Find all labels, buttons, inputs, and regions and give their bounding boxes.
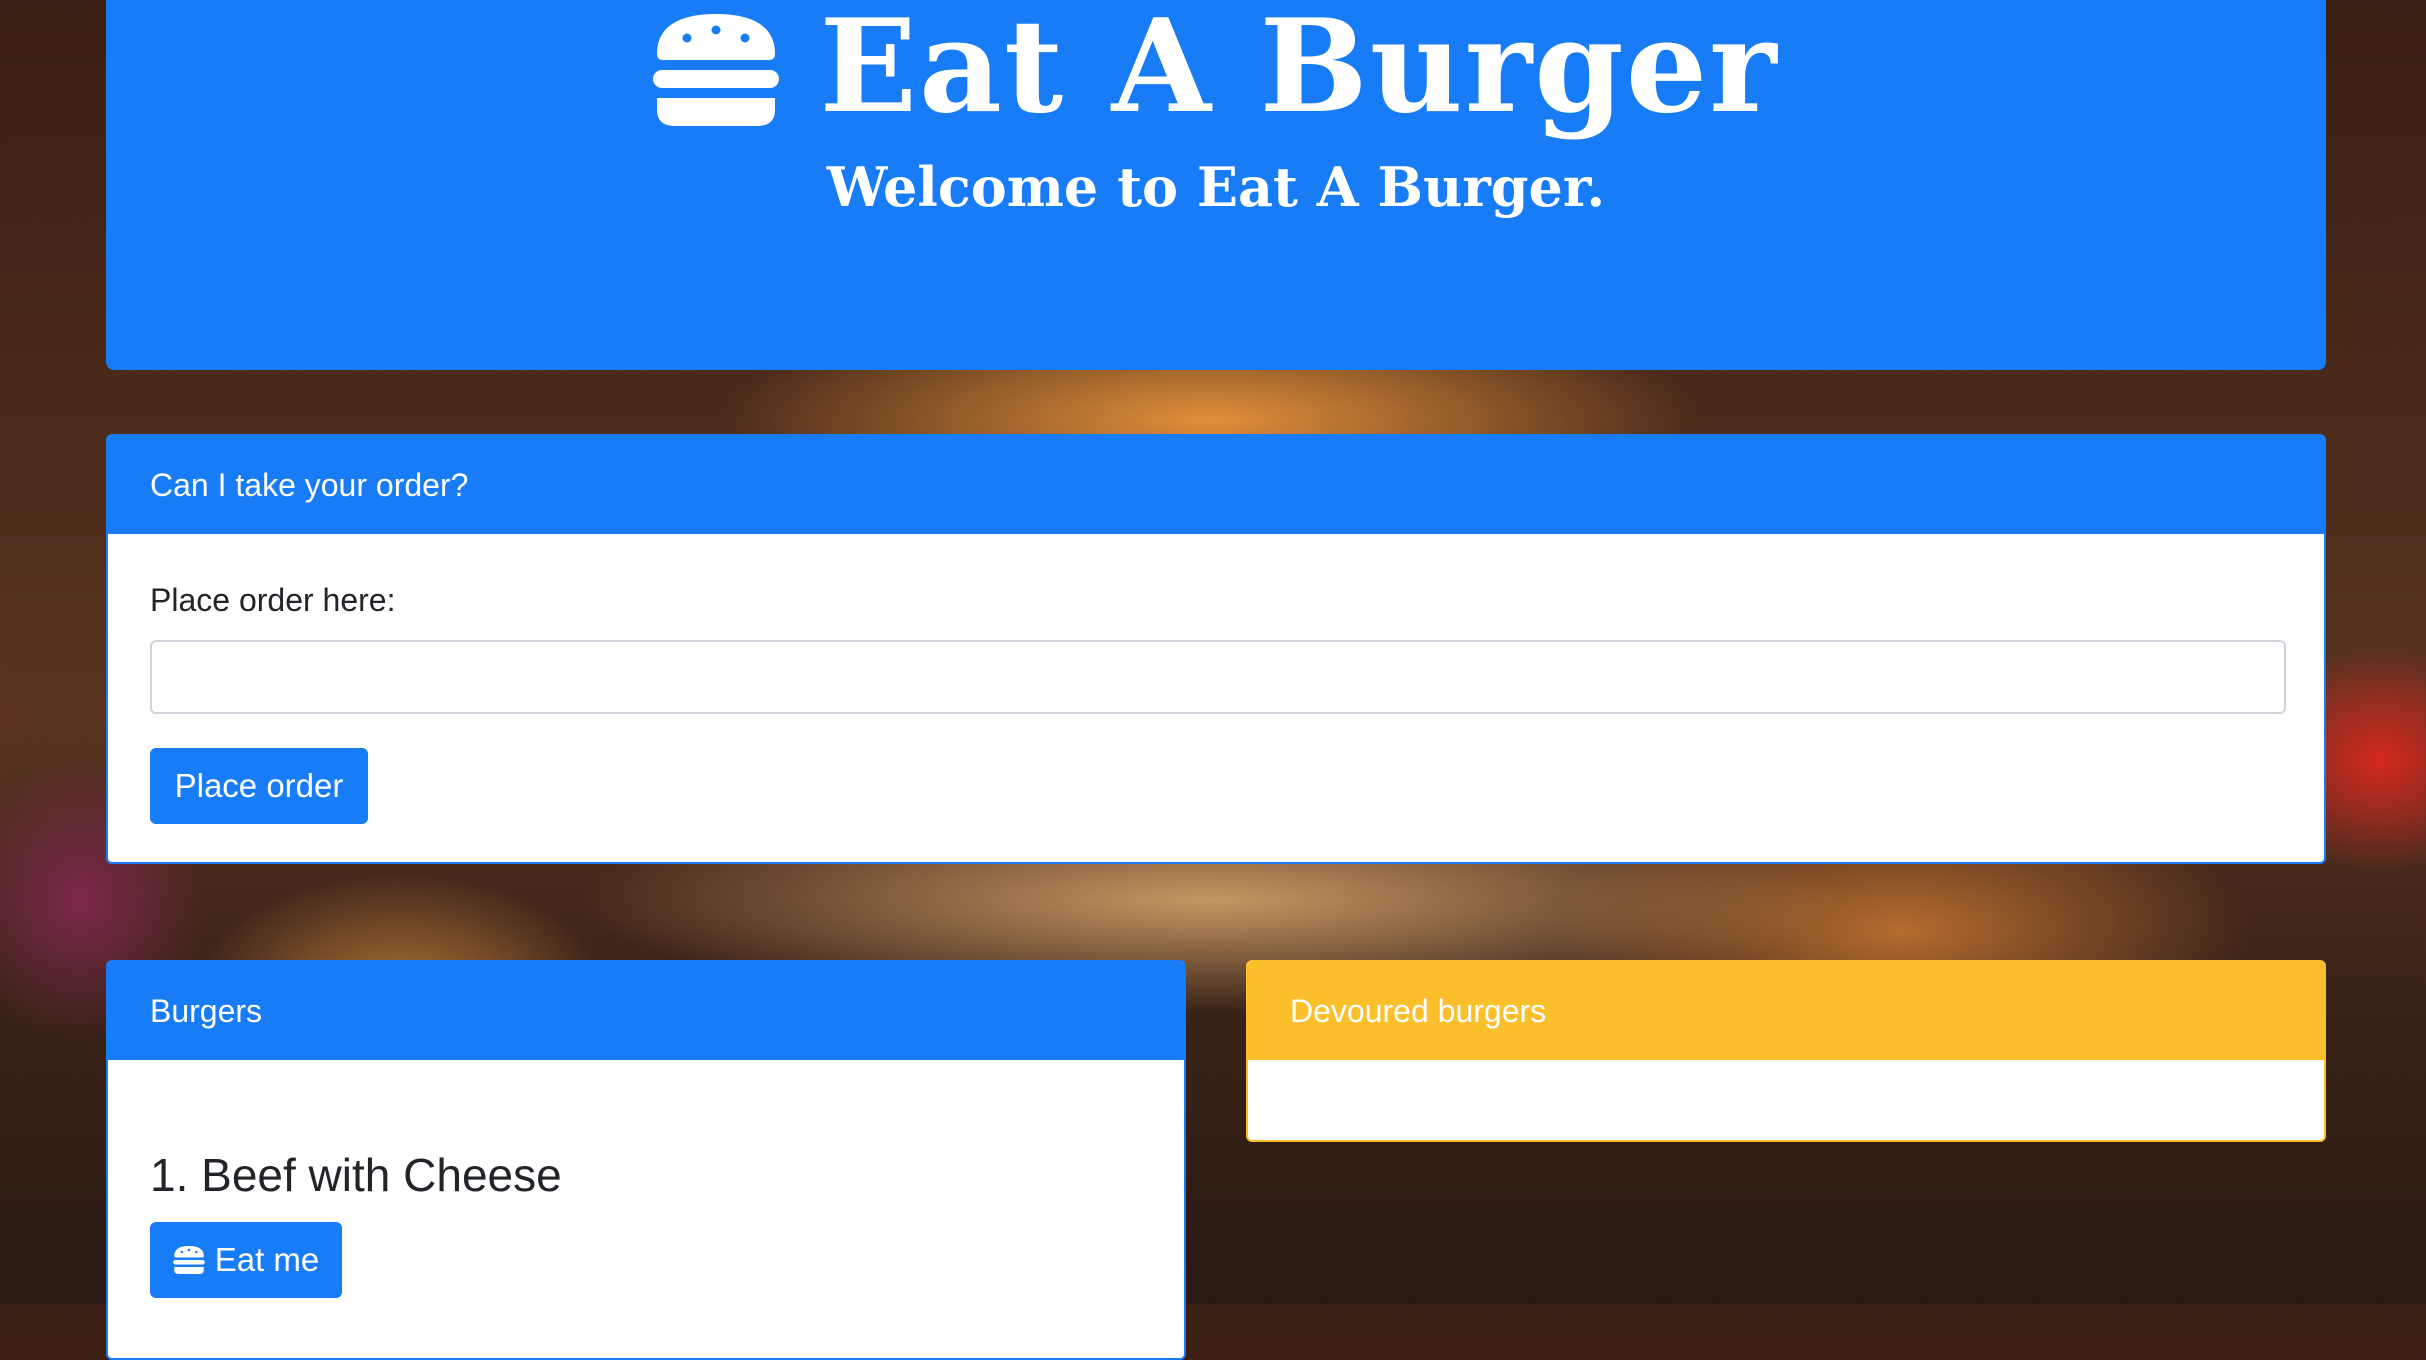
jumbotron-header: Eat A Burger Welcome to Eat A Burger. — [106, 0, 2326, 370]
order-label: Place order here: — [150, 582, 396, 618]
eat-me-button[interactable]: Eat me — [150, 1222, 342, 1298]
order-input[interactable] — [150, 640, 2286, 714]
eat-me-label: Eat me — [214, 1241, 320, 1278]
order-card-header: Can I take your order? — [108, 436, 2324, 534]
devoured-card: Devoured burgers — [1246, 960, 2326, 1142]
burger-icon — [653, 14, 780, 126]
burgers-card: Burgers 1. Beef with Cheese Eat me — [106, 960, 1186, 1360]
order-card: Can I take your order? Place order here:… — [106, 434, 2326, 864]
title-row: Eat A Burger — [106, 0, 2326, 140]
site-title: Eat A Burger — [819, 0, 1779, 142]
burgers-card-header: Burgers — [108, 962, 1184, 1060]
site-subtitle: Welcome to Eat A Burger. — [826, 155, 1606, 219]
place-order-button[interactable]: Place order — [150, 748, 368, 824]
devoured-card-header: Devoured burgers — [1248, 962, 2324, 1060]
burger-item-title: 1. Beef with Cheese — [150, 1149, 562, 1201]
burger-icon — [172, 1246, 205, 1274]
